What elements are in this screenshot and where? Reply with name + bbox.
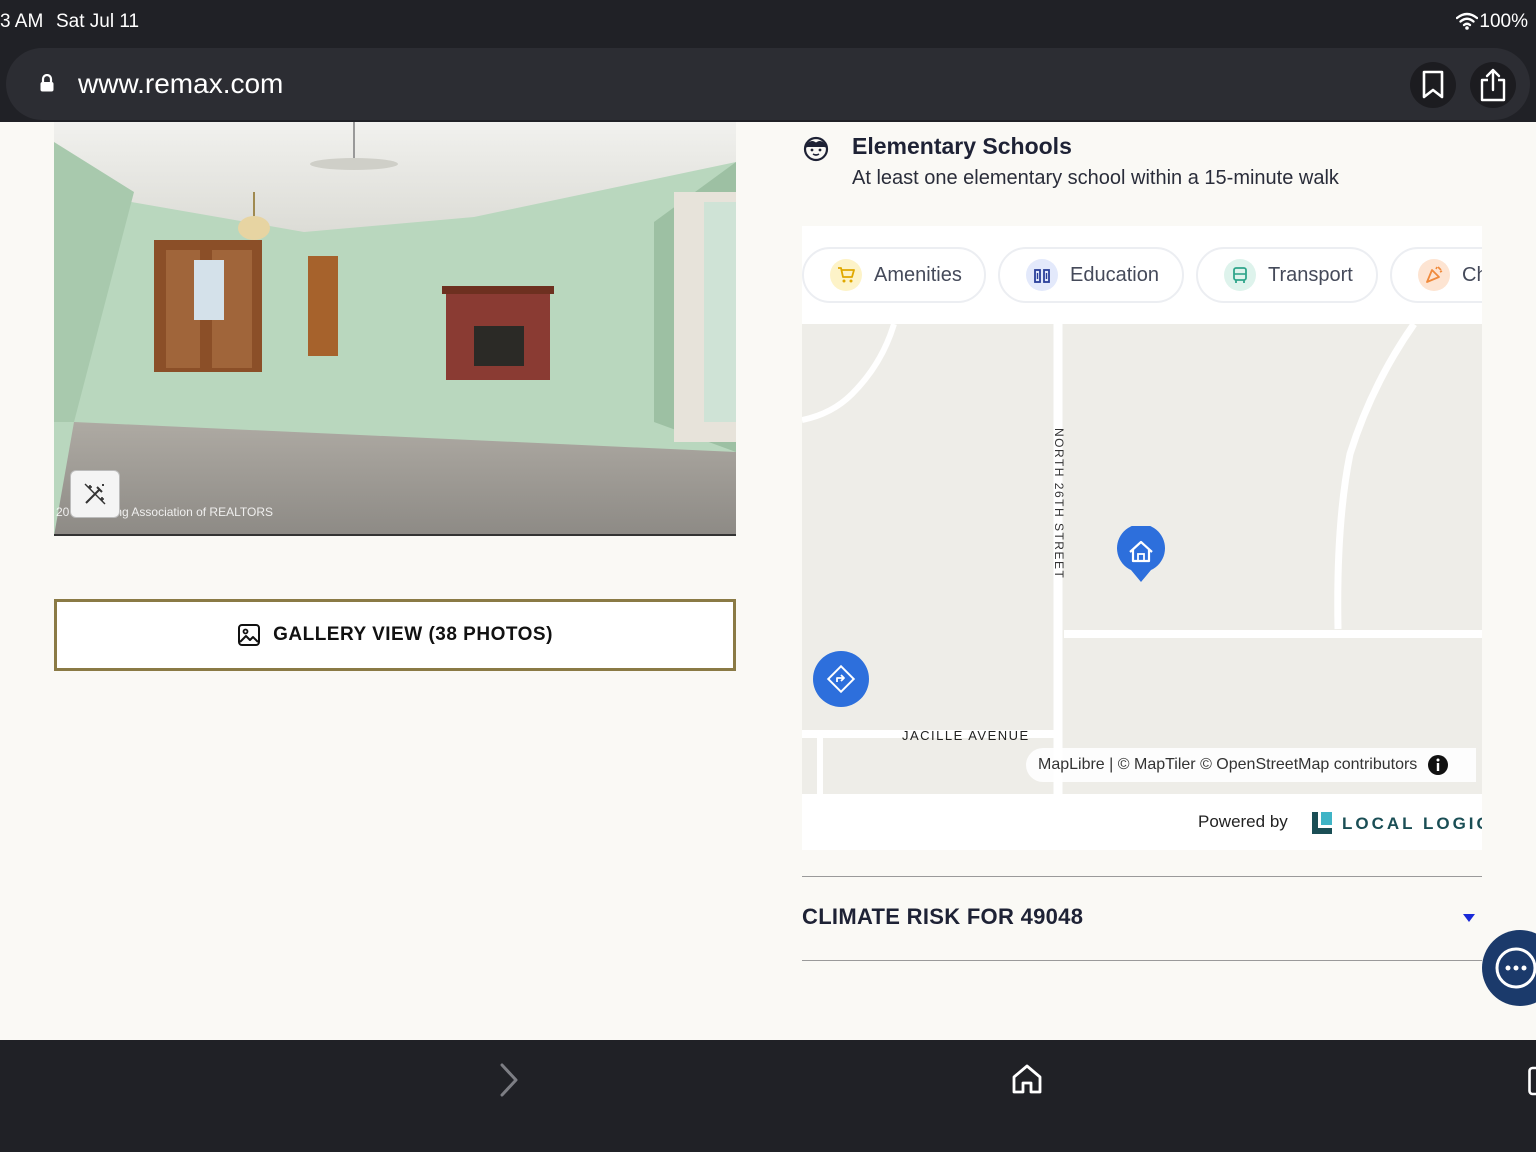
cart-icon — [830, 259, 862, 291]
wifi-icon — [1456, 12, 1478, 30]
address-bar[interactable]: www.remax.com — [6, 48, 1530, 120]
bus-icon — [1224, 259, 1256, 291]
directions-icon — [826, 664, 856, 694]
share-icon — [1480, 68, 1506, 102]
divider — [802, 960, 1482, 961]
browser-bottom-toolbar — [0, 1040, 1536, 1152]
child-face-icon — [803, 136, 829, 162]
street-label-horizontal: JACILLE AVENUE — [902, 728, 1030, 743]
magic-wand-icon — [84, 483, 106, 505]
chip-label: Transport — [1268, 263, 1353, 286]
chip-transport[interactable]: Transport — [1196, 247, 1378, 303]
status-bar: 3 AM Sat Jul 11 100% — [0, 0, 1536, 48]
chevron-down-icon[interactable] — [1462, 913, 1476, 923]
bookmark-button[interactable] — [1410, 62, 1456, 108]
local-logic-panel: Amenities Education Transport Ch NORTH 2… — [802, 226, 1482, 850]
map-attribution-text: MapLibre | © MapTiler © OpenStreetMap co… — [1038, 756, 1418, 773]
chat-bubble-icon — [1495, 947, 1536, 989]
chip-amenities[interactable]: Amenities — [802, 247, 986, 303]
status-time: 3 AM — [0, 11, 44, 32]
neighborhood-map[interactable]: NORTH 26TH STREET JACILLE AVENUE MapLibr… — [802, 324, 1482, 794]
directions-button[interactable] — [813, 651, 869, 707]
map-attribution: MapLibre | © MapTiler © OpenStreetMap co… — [1026, 748, 1476, 782]
school-icon — [1026, 259, 1058, 291]
chip-label: Ch — [1462, 263, 1482, 286]
divider — [802, 876, 1482, 877]
property-photo[interactable]: 20 er Lansing Association of REALTORS — [54, 122, 736, 536]
chip-education[interactable]: Education — [998, 247, 1184, 303]
elementary-schools-description: At least one elementary school within a … — [852, 167, 1339, 189]
battery-level: 100% — [1479, 11, 1528, 32]
chip-label: Education — [1070, 263, 1159, 286]
street-label-vertical: NORTH 26TH STREET — [1052, 428, 1066, 580]
status-date: Sat Jul 11 — [56, 11, 140, 32]
browser-toolbar: www.remax.com — [0, 48, 1536, 122]
room-photo-image — [54, 122, 736, 534]
url-text[interactable]: www.remax.com — [78, 68, 283, 100]
share-button[interactable] — [1470, 62, 1516, 108]
elementary-schools-title: Elementary Schools — [852, 133, 1072, 159]
home-icon[interactable] — [1010, 1062, 1044, 1096]
info-icon[interactable] — [1427, 754, 1449, 776]
property-pin-icon[interactable] — [1116, 526, 1166, 584]
lock-icon — [40, 74, 54, 92]
local-logic-logo-icon — [1312, 812, 1332, 834]
tabs-icon[interactable] — [1528, 1066, 1536, 1096]
enhance-photo-button[interactable] — [70, 470, 120, 518]
image-icon — [238, 624, 261, 646]
gallery-view-button[interactable]: GALLERY VIEW (38 PHOTOS) — [54, 599, 736, 671]
climate-risk-title[interactable]: CLIMATE RISK FOR 49048 — [802, 904, 1083, 930]
chip-more[interactable]: Ch — [1390, 247, 1482, 303]
bookmark-icon — [1422, 70, 1444, 99]
chat-button[interactable] — [1482, 930, 1536, 1006]
gallery-view-label: GALLERY VIEW (38 PHOTOS) — [273, 624, 553, 645]
forward-icon[interactable] — [494, 1062, 524, 1098]
party-icon — [1418, 259, 1450, 291]
local-logic-brand: LOCAL LOGIC — [1342, 814, 1482, 833]
chip-label: Amenities — [874, 263, 962, 286]
powered-by-label: Powered by — [1198, 812, 1288, 831]
